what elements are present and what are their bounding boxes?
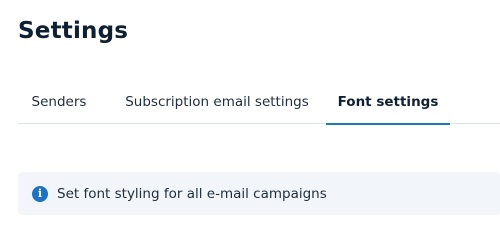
tab-subscription-email-settings[interactable]: Subscription email settings xyxy=(106,86,328,124)
page-title: Settings xyxy=(18,18,129,44)
settings-page: Settings Senders Subscription email sett… xyxy=(0,0,500,244)
info-banner-text: Set font styling for all e-mail campaign… xyxy=(57,185,327,202)
settings-tabs: Senders Subscription email settings Font… xyxy=(18,86,500,125)
tab-senders[interactable]: Senders xyxy=(18,86,100,124)
info-banner: i Set font styling for all e-mail campai… xyxy=(18,172,500,215)
info-icon: i xyxy=(32,185,48,202)
tab-font-settings[interactable]: Font settings xyxy=(326,86,450,125)
